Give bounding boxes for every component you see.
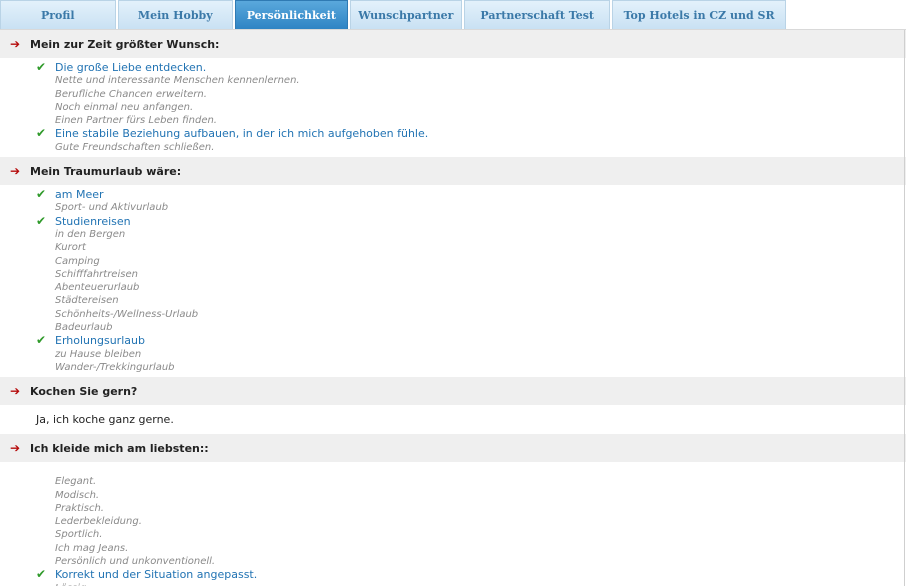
selected-option: ✔ Die große Liebe entdecken. <box>0 60 906 74</box>
option-label: Einen Partner fürs Leben finden. <box>55 115 217 127</box>
option: Nette und interessante Menschen kennenle… <box>0 74 906 87</box>
option: zu Hause bleiben <box>0 348 906 361</box>
section-header: ➔ Kochen Sie gern? <box>0 377 906 406</box>
option: Persönlich und unkonventionell. <box>0 555 906 568</box>
tab-mein-hobby[interactable]: Mein Hobby <box>117 0 234 29</box>
option-label: Camping <box>55 255 100 267</box>
option-label: Städtereisen <box>55 295 119 307</box>
option: Noch einmal neu anfangen. <box>0 101 906 114</box>
option: Gute Freundschaften schließen. <box>0 141 906 154</box>
arrow-right-icon: ➔ <box>10 441 21 456</box>
selected-option: ✔ am Meer <box>0 187 906 202</box>
option: Lässig. <box>0 582 906 586</box>
option: Berufliche Chancen erweitern. <box>0 88 906 101</box>
option-label: Korrekt und der Situation angepasst. <box>55 568 258 582</box>
option: Städtereisen <box>0 294 906 307</box>
tab-profil[interactable]: Profil <box>0 0 116 29</box>
option-list: Elegant. Modisch. Praktisch. Lederbekleidun… <box>0 462 906 586</box>
option-label: in den Bergen <box>55 228 126 240</box>
selected-option: ✔ Eine stabile Beziehung aufbauen, in der… <box>0 126 906 141</box>
option-label: Erholungsurlaub <box>55 334 145 348</box>
section-title: Ich kleide mich am liebsten:: <box>30 441 209 455</box>
option: Sportlich. <box>0 528 906 541</box>
arrow-right-icon: ➔ <box>10 384 21 399</box>
option: Schönheits-/Wellness-Urlaub <box>0 308 906 321</box>
check-icon: ✔ <box>36 187 47 202</box>
option: Elegant. <box>0 475 906 488</box>
section-header: ➔ Mein Traumurlaub wäre: <box>0 157 906 186</box>
option: Einen Partner fürs Leben finden. <box>0 114 906 127</box>
option: Sport- und Aktivurlaub <box>0 201 906 214</box>
check-icon: ✔ <box>36 213 47 228</box>
section-title: Mein zur Zeit größter Wunsch: <box>30 37 220 51</box>
option-label: Modisch. <box>55 489 100 501</box>
option-label: Elegant. <box>55 476 97 488</box>
option-label: Gute Freundschaften schließen. <box>55 141 215 153</box>
option-label: Berufliche Chancen erweitern. <box>55 88 207 100</box>
option: in den Bergen <box>0 228 906 241</box>
option: Schifffahrtreisen <box>0 268 906 281</box>
section-header: ➔ Mein zur Zeit größter Wunsch: <box>0 30 906 58</box>
section-answer: Ja, ich koche ganz gerne. <box>36 413 174 427</box>
option: Badeurlaub <box>0 321 906 334</box>
option-label: Schifffahrtreisen <box>55 268 138 280</box>
option-label: Praktisch. <box>55 502 104 514</box>
option-label: Kurort <box>55 242 86 254</box>
option-label: Die große Liebe entdecken. <box>55 61 207 74</box>
profile-tab-bar: Profil Mein Hobby Persönlichkeit Wunschpart… <box>0 0 788 29</box>
option-label: Eine stabile Beziehung aufbauen, in der … <box>55 127 429 141</box>
option-label: Studienreisen <box>55 214 131 228</box>
tab-wunschpartner[interactable]: Wunschpartner <box>349 0 463 29</box>
option: Abenteuerurlaub <box>0 281 906 294</box>
check-icon: ✔ <box>36 126 47 141</box>
selected-option: ✔ Studienreisen <box>0 213 906 228</box>
check-icon: ✔ <box>36 333 47 348</box>
option-label: Wander-/Trekkingurlaub <box>55 361 175 373</box>
option-label: Sport- und Aktivurlaub <box>55 202 169 214</box>
option-label: Noch einmal neu anfangen. <box>55 101 194 113</box>
selected-option: ✔ Erholungsurlaub <box>0 333 906 348</box>
option: Camping <box>0 255 906 268</box>
option-label: Schönheits-/Wellness-Urlaub <box>55 308 199 320</box>
option-list: ✔ am Meer Sport- und Aktivurlaub ✔ Studienre… <box>0 185 906 377</box>
option-label: Nette und interessante Menschen kennenle… <box>55 75 300 87</box>
option: Modisch. <box>0 489 906 502</box>
option: Lederbekleidung. <box>0 515 906 528</box>
section-title: Mein Traumurlaub wäre: <box>30 164 182 178</box>
tab-persönlichkeit[interactable]: Persönlichkeit <box>235 0 348 29</box>
option-label: Badeurlaub <box>55 322 113 334</box>
option-label: Lederbekleidung. <box>55 516 142 528</box>
section-header: ➔ Ich kleide mich am liebsten:: <box>0 434 906 463</box>
option: Ich mag Jeans. <box>0 542 906 555</box>
option-label: Ich mag Jeans. <box>55 542 129 554</box>
section-title: Kochen Sie gern? <box>30 384 138 398</box>
tab-top-hotels-in-cz-und-sr[interactable]: Top Hotels in CZ und SR <box>612 0 786 29</box>
option-label: zu Hause bleiben <box>55 348 142 360</box>
tab-partnerschaft-test[interactable]: Partnerschaft Test <box>464 0 611 29</box>
arrow-right-icon: ➔ <box>10 164 21 179</box>
check-icon: ✔ <box>36 60 47 74</box>
option-label: am Meer <box>55 188 104 202</box>
arrow-right-icon: ➔ <box>10 37 21 51</box>
option-label: Abenteuerurlaub <box>55 282 140 294</box>
option-label: Sportlich. <box>55 529 103 541</box>
option-list: ✔ Die große Liebe entdecken. Nette und int… <box>0 58 906 157</box>
selected-option: ✔ Korrekt und der Situation angepasst. <box>0 567 906 582</box>
option-label: Persönlich und unkonventionell. <box>55 556 216 568</box>
check-icon: ✔ <box>36 567 47 582</box>
option: Kurort <box>0 241 906 254</box>
option: Praktisch. <box>0 502 906 515</box>
option-label: Lässig. <box>55 583 89 586</box>
personality-content: ➔ Mein zur Zeit größter Wunsch: ✔ Die große… <box>0 29 906 586</box>
option: Wander-/Trekkingurlaub <box>0 361 906 374</box>
